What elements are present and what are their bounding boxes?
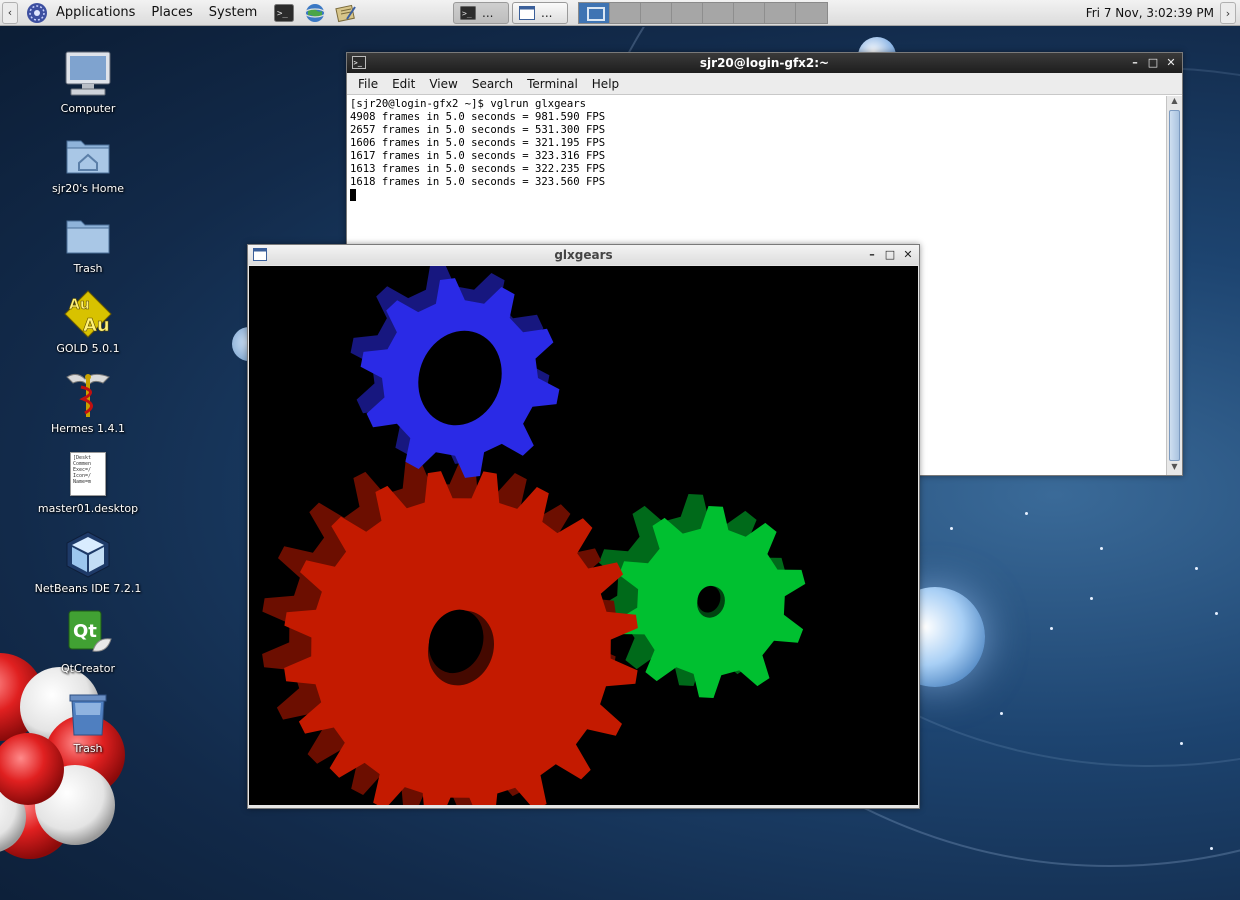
hermes-app-icon [62, 368, 114, 420]
desktop-icon-hermes[interactable]: Hermes 1.4.1 [28, 368, 148, 435]
scroll-down-arrow[interactable]: ▼ [1167, 462, 1182, 475]
menu-search[interactable]: Search [465, 77, 520, 91]
workspace-5[interactable] [703, 3, 734, 23]
desktop-icon-trash-folder[interactable]: Trash [28, 208, 148, 275]
desktop-file-icon: [Deskt Commen Exec=/ Icon=/ Name=m [62, 448, 114, 500]
terminal-titlebar[interactable]: >_ sjr20@login-gfx2:~ – □ ✕ [347, 53, 1182, 73]
home-folder-icon [62, 128, 114, 180]
desktop-icon-trash[interactable]: Trash [28, 688, 148, 755]
close-button[interactable]: ✕ [901, 247, 915, 261]
workspace-7[interactable] [765, 3, 796, 23]
desktop-icon-label: sjr20's Home [51, 182, 125, 195]
desktop-icon-computer[interactable]: Computer [28, 48, 148, 115]
menu-file[interactable]: File [351, 77, 385, 91]
glxgears-window: glxgears – □ ✕ [247, 244, 920, 809]
desktop-icon-master01[interactable]: [Deskt Commen Exec=/ Icon=/ Name=m maste… [28, 448, 148, 515]
qtcreator-icon: Qt [62, 608, 114, 660]
terminal-launcher-icon[interactable]: >_ [272, 2, 296, 24]
workspace-6[interactable] [734, 3, 765, 23]
window-icon [519, 6, 535, 20]
desktop-icon-home[interactable]: sjr20's Home [28, 128, 148, 195]
svg-text:Au: Au [69, 297, 90, 313]
desktop-icon-label: Computer [60, 102, 116, 115]
trash-folder-icon [62, 208, 114, 260]
desktop-icon-label: Hermes 1.4.1 [50, 422, 126, 435]
workspace-switcher [578, 2, 828, 24]
panel-right-arrow[interactable]: › [1220, 2, 1236, 24]
desktop-icon-netbeans[interactable]: NetBeans IDE 7.2.1 [28, 528, 148, 595]
places-menu[interactable]: Places [143, 0, 200, 26]
workspace-1[interactable] [579, 3, 610, 23]
terminal-line: 2657 frames in 5.0 seconds = 531.300 FPS [350, 124, 606, 136]
gnome-foot-icon [27, 2, 47, 23]
desktop-icon-label: master01.desktop [37, 502, 139, 515]
scroll-up-arrow[interactable]: ▲ [1167, 96, 1182, 109]
terminal-line: 1617 frames in 5.0 seconds = 323.316 FPS [350, 150, 606, 162]
svg-text:>_: >_ [277, 9, 288, 19]
top-panel: ‹ Applications Places System >_ >_ ... .… [0, 0, 1240, 26]
panel-left-arrow[interactable]: ‹ [2, 1, 18, 24]
desktop-icon-gold[interactable]: Au Au GOLD 5.0.1 [28, 288, 148, 355]
netbeans-icon [62, 528, 114, 580]
red-gear [262, 457, 638, 805]
desktop-icon-qtcreator[interactable]: Qt QtCreator [28, 608, 148, 675]
applications-menu[interactable]: Applications [48, 0, 143, 26]
close-button[interactable]: ✕ [1164, 55, 1178, 69]
taskbar-terminal-button[interactable]: >_ ... [453, 2, 509, 24]
svg-text:>_: >_ [462, 9, 472, 18]
clock[interactable]: Fri 7 Nov, 3:02:39 PM [1086, 0, 1214, 26]
taskbar-terminal-label: ... [482, 6, 494, 20]
terminal-menubar: File Edit View Search Terminal Help [347, 73, 1182, 95]
terminal-icon: >_ [460, 6, 476, 20]
terminal-line: [sjr20@login-gfx2 ~]$ vglrun glxgears [350, 98, 586, 110]
maximize-button[interactable]: □ [883, 247, 897, 261]
web-browser-icon[interactable] [303, 2, 327, 24]
terminal-title: sjr20@login-gfx2:~ [699, 56, 830, 70]
taskbar-glxgears-label: ... [541, 6, 553, 20]
minimize-button[interactable]: – [865, 247, 879, 261]
maximize-button[interactable]: □ [1146, 55, 1160, 69]
blue-gear [350, 266, 560, 478]
glxgears-title: glxgears [554, 248, 613, 262]
trash-bin-icon [62, 688, 114, 740]
terminal-cursor [350, 189, 356, 201]
workspace-3[interactable] [641, 3, 672, 23]
desktop-file-preview: [Deskt Commen Exec=/ Icon=/ Name=m [70, 452, 106, 496]
terminal-line: 1606 frames in 5.0 seconds = 321.195 FPS [350, 137, 606, 149]
menu-view[interactable]: View [422, 77, 464, 91]
menu-help[interactable]: Help [585, 77, 626, 91]
svg-text:Au: Au [83, 315, 110, 336]
desktop-icon-label: Trash [73, 742, 103, 755]
computer-icon [62, 48, 114, 100]
workspace-2[interactable] [610, 3, 641, 23]
workspace-8[interactable] [796, 3, 827, 23]
system-menu[interactable]: System [201, 0, 265, 26]
minimize-button[interactable]: – [1128, 55, 1142, 69]
menu-terminal[interactable]: Terminal [520, 77, 585, 91]
svg-text:Qt: Qt [73, 621, 97, 642]
notes-editor-icon[interactable] [334, 2, 358, 24]
desktop-icon-label: NetBeans IDE 7.2.1 [34, 582, 142, 595]
taskbar-glxgears-button[interactable]: ... [512, 2, 568, 24]
terminal-scrollbar[interactable]: ▲ ▼ [1166, 96, 1182, 475]
glxgears-canvas[interactable] [249, 266, 918, 805]
glxgears-titlebar[interactable]: glxgears – □ ✕ [248, 245, 919, 265]
desktop-icon-label: QtCreator [60, 662, 115, 675]
menu-edit[interactable]: Edit [385, 77, 422, 91]
desktop-icon-label: Trash [73, 262, 103, 275]
workspace-4[interactable] [672, 3, 703, 23]
gold-app-icon: Au Au [62, 288, 114, 340]
desktop-icon-label: GOLD 5.0.1 [56, 342, 120, 355]
gears-render [262, 266, 806, 805]
scrollbar-thumb[interactable] [1169, 110, 1180, 461]
terminal-line: 1613 frames in 5.0 seconds = 322.235 FPS [350, 163, 606, 175]
terminal-line: 4908 frames in 5.0 seconds = 981.590 FPS [350, 111, 606, 123]
terminal-line: 1618 frames in 5.0 seconds = 323.560 FPS [350, 176, 606, 188]
